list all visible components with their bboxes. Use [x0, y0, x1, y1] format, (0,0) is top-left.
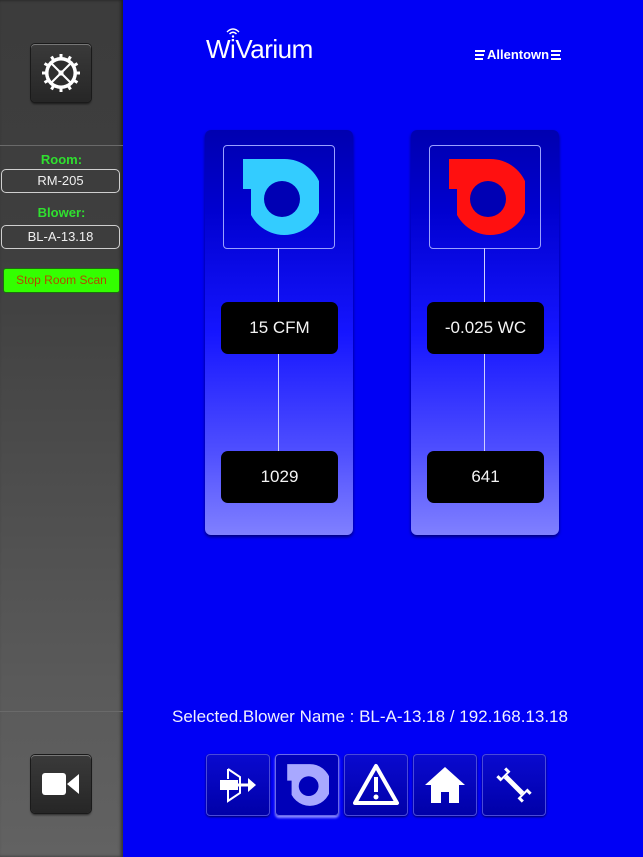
room-field[interactable]: RM-205 — [1, 169, 120, 193]
connector-line — [278, 354, 279, 452]
settings-button[interactable] — [31, 44, 91, 102]
connector-line — [278, 248, 279, 302]
sidebar: Room: RM-205 Blower: BL-A-13.18 Stop Roo… — [0, 0, 123, 857]
blower-label: Blower: — [37, 205, 86, 220]
brand-bars-icon — [475, 49, 485, 60]
connector-line — [484, 248, 485, 302]
blower-tab-button[interactable] — [275, 754, 339, 816]
video-camera-icon — [42, 773, 79, 795]
blower-icon — [243, 158, 319, 235]
sidebar-divider — [0, 145, 123, 146]
home-button[interactable] — [413, 754, 477, 816]
wc-readout: -0.025 WC — [427, 302, 544, 354]
gear-icon — [42, 54, 80, 92]
tools-button[interactable] — [482, 754, 546, 816]
airflow-count: 1029 — [221, 451, 338, 503]
selected-blower-status: Selected.Blower Name : BL-A-13.18 / 192.… — [172, 707, 568, 726]
brand-text: Allentown — [487, 47, 550, 62]
camera-button[interactable] — [31, 755, 91, 813]
home-icon — [425, 767, 465, 803]
sidebar-divider-bottom — [0, 711, 123, 712]
blower-icon — [449, 158, 525, 235]
connector-line — [484, 354, 485, 452]
wivarium-logo: WiVarium — [206, 28, 313, 65]
pressure-panel: -0.025 WC 641 — [411, 130, 559, 535]
exit-arrow-icon — [220, 768, 256, 803]
allentown-logo: Allentown — [475, 47, 562, 62]
airflow-panel: 15 CFM 1029 — [205, 130, 353, 535]
airflow-icon-box[interactable] — [223, 145, 335, 249]
wifi-icon — [226, 28, 240, 38]
stop-room-scan-button[interactable]: Stop Room Scan — [3, 268, 120, 293]
pressure-count: 641 — [427, 451, 544, 503]
logo-text: WiVarium — [206, 34, 313, 64]
brand-bars-icon — [551, 49, 562, 60]
pressure-icon-box[interactable] — [429, 145, 541, 249]
room-label: Room: — [40, 152, 83, 167]
bottom-toolbar — [206, 754, 546, 816]
warning-icon — [353, 764, 399, 805]
wrench-icon — [496, 767, 532, 803]
blower-icon — [287, 764, 329, 806]
exit-button[interactable] — [206, 754, 270, 816]
alerts-button[interactable] — [344, 754, 408, 816]
cfm-readout: 15 CFM — [221, 302, 338, 354]
blower-field[interactable]: BL-A-13.18 — [1, 225, 120, 249]
